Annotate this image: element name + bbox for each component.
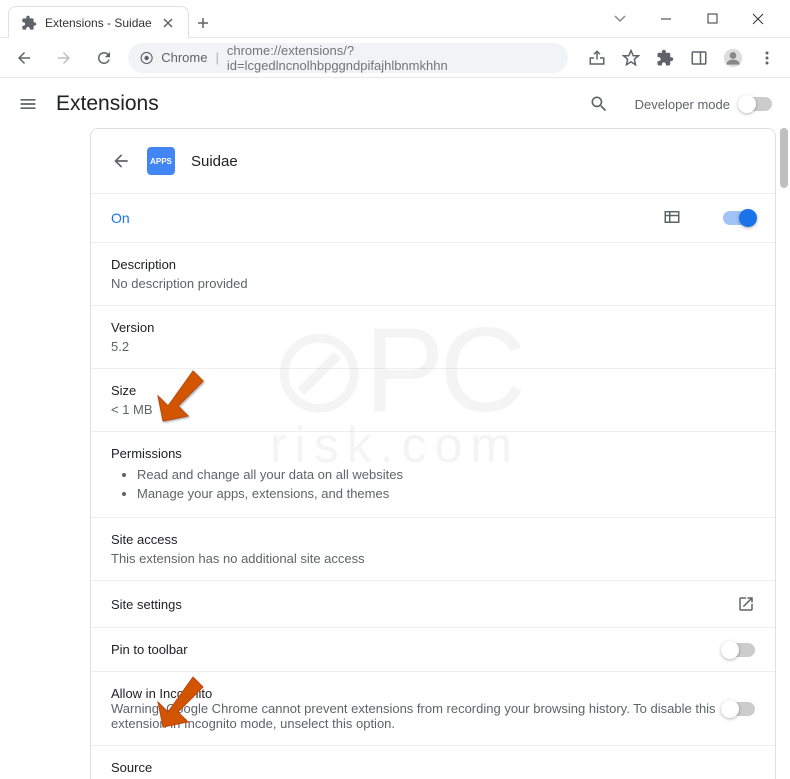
- scrollbar-thumb[interactable]: [780, 128, 788, 188]
- menu-button[interactable]: [18, 94, 38, 114]
- permissions-list: Read and change all your data on all web…: [111, 465, 755, 503]
- incognito-row: Allow in Incognito Warning: Google Chrom…: [91, 671, 775, 745]
- size-value: < 1 MB: [111, 402, 755, 417]
- permission-item: Read and change all your data on all web…: [137, 465, 755, 484]
- view-icon[interactable]: [663, 208, 683, 228]
- site-access-label: Site access: [111, 532, 755, 547]
- pin-to-toolbar-row: Pin to toolbar: [91, 627, 775, 671]
- back-button[interactable]: [111, 151, 131, 171]
- close-button[interactable]: [744, 5, 772, 33]
- site-settings-label: Site settings: [111, 597, 737, 612]
- star-icon[interactable]: [616, 43, 646, 73]
- description-value: No description provided: [111, 276, 755, 291]
- chevron-down-icon[interactable]: [606, 5, 634, 33]
- permission-item: Manage your apps, extensions, and themes: [137, 484, 755, 503]
- on-label: On: [111, 210, 663, 226]
- version-label: Version: [111, 320, 755, 335]
- url-text: chrome://extensions/?id=lcgedlncnolhbpgg…: [227, 43, 556, 73]
- puzzle-icon: [21, 15, 37, 31]
- reload-button[interactable]: [88, 42, 120, 74]
- forward-button[interactable]: [48, 42, 80, 74]
- developer-mode-toggle[interactable]: [740, 97, 772, 111]
- incognito-warning: Warning: Google Chrome cannot prevent ex…: [111, 701, 723, 731]
- page-title: Extensions: [56, 92, 159, 116]
- incognito-toggle[interactable]: [723, 702, 755, 716]
- developer-mode-row: Developer mode: [635, 97, 772, 112]
- enable-toggle[interactable]: [723, 211, 755, 225]
- site-access-section: Site access This extension has no additi…: [91, 517, 775, 580]
- version-section: Version 5.2: [91, 305, 775, 368]
- permissions-section: Permissions Read and change all your dat…: [91, 431, 775, 517]
- extension-header: APPS Suidae: [91, 129, 775, 193]
- close-icon[interactable]: [160, 15, 176, 31]
- content-area: APPS Suidae On Description No descriptio…: [90, 128, 776, 779]
- profile-icon[interactable]: [718, 43, 748, 73]
- pin-toggle[interactable]: [723, 643, 755, 657]
- browser-toolbar: Chrome | chrome://extensions/?id=lcgedln…: [0, 38, 790, 78]
- site-access-value: This extension has no additional site ac…: [111, 551, 755, 566]
- window-titlebar: Extensions - Suidae: [0, 0, 790, 38]
- browser-tab[interactable]: Extensions - Suidae: [8, 6, 189, 38]
- window-controls: [606, 0, 790, 37]
- menu-icon[interactable]: [752, 43, 782, 73]
- extension-icon: APPS: [147, 147, 175, 175]
- enable-row: On: [91, 193, 775, 242]
- site-settings-row[interactable]: Site settings: [91, 580, 775, 627]
- share-icon[interactable]: [582, 43, 612, 73]
- chrome-icon: [140, 51, 153, 65]
- description-section: Description No description provided: [91, 242, 775, 305]
- extensions-icon[interactable]: [650, 43, 680, 73]
- minimize-button[interactable]: [652, 5, 680, 33]
- incognito-label: Allow in Incognito: [111, 686, 723, 701]
- size-section: Size < 1 MB: [91, 368, 775, 431]
- version-value: 5.2: [111, 339, 755, 354]
- permissions-label: Permissions: [111, 446, 755, 461]
- url-prefix: Chrome: [161, 50, 207, 65]
- source-label: Source: [111, 760, 755, 775]
- extension-name: Suidae: [191, 153, 238, 170]
- sidepanel-icon[interactable]: [684, 43, 714, 73]
- new-tab-button[interactable]: [189, 8, 217, 37]
- source-section: Source Not from Chrome Web Store.: [91, 745, 775, 779]
- search-icon[interactable]: [581, 86, 617, 122]
- developer-mode-label: Developer mode: [635, 97, 730, 112]
- address-bar[interactable]: Chrome | chrome://extensions/?id=lcgedln…: [128, 43, 568, 73]
- size-label: Size: [111, 383, 755, 398]
- extension-card: APPS Suidae On Description No descriptio…: [90, 128, 776, 779]
- tab-title: Extensions - Suidae: [45, 16, 152, 30]
- back-button[interactable]: [8, 42, 40, 74]
- maximize-button[interactable]: [698, 5, 726, 33]
- pin-label: Pin to toolbar: [111, 642, 723, 657]
- open-external-icon[interactable]: [737, 595, 755, 613]
- description-label: Description: [111, 257, 755, 272]
- page-header: Extensions Developer mode: [0, 78, 790, 130]
